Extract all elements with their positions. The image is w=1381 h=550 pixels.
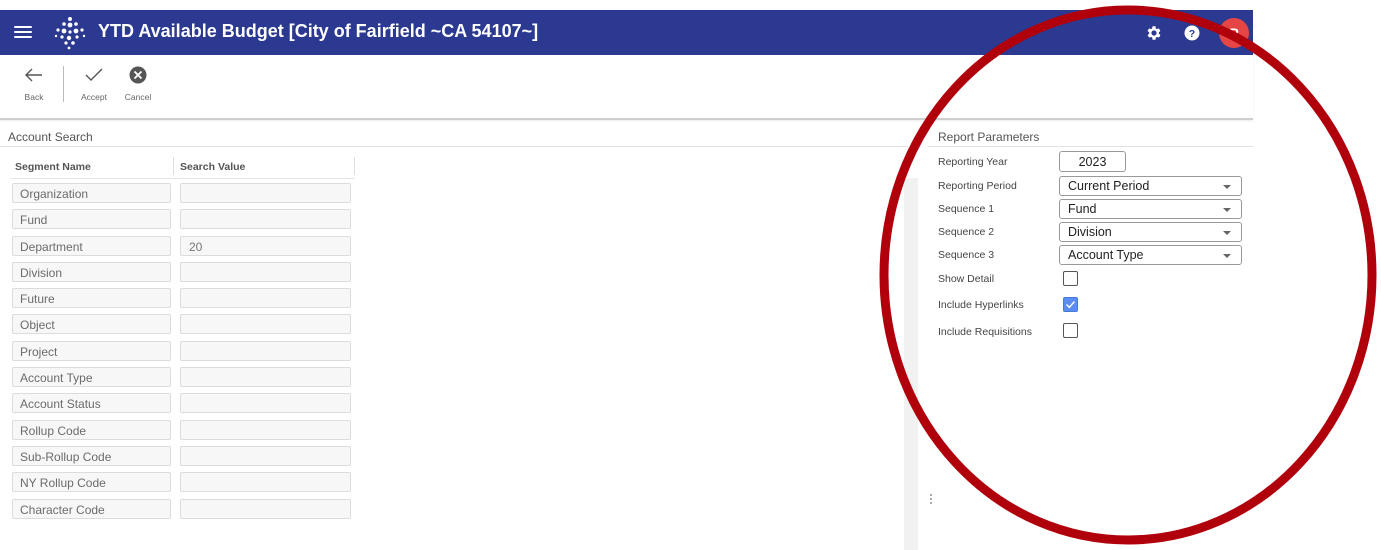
segment-name-field: Organization: [12, 183, 171, 203]
segment-name-field: Account Status: [12, 393, 171, 414]
search-value-input[interactable]: [180, 393, 351, 414]
segment-name-field: NY Rollup Code: [12, 472, 171, 493]
search-value-input[interactable]: [180, 209, 351, 230]
segment-row: Fund: [12, 209, 352, 235]
back-label: Back: [24, 92, 44, 102]
segment-row: Division: [12, 261, 352, 288]
search-value-input[interactable]: [180, 183, 351, 203]
segment-row: NY Rollup Code: [12, 472, 352, 498]
reporting-period-select[interactable]: Current Period: [1059, 176, 1242, 196]
segment-row: Character Code: [12, 498, 352, 525]
segment-row: Sub-Rollup Code: [12, 445, 352, 472]
reporting-period-label: Reporting Period: [938, 180, 1017, 192]
page-title: YTD Available Budget [City of Fairfield …: [98, 21, 539, 41]
segment-name-field: Sub-Rollup Code: [12, 445, 171, 466]
sequence3-label: Sequence 3: [938, 249, 995, 261]
search-value-input[interactable]: [180, 261, 351, 282]
segment-name-field: Project: [12, 340, 171, 361]
section-divider: [0, 146, 908, 147]
segment-name-field: Rollup Code: [12, 419, 171, 440]
hamburger-icon[interactable]: [13, 23, 33, 41]
segment-row: Account Type: [12, 367, 352, 393]
sequence3-select[interactable]: Account Type: [1059, 245, 1242, 265]
app-header: YTD Available Budget [City of Fairfield …: [0, 10, 1253, 55]
search-value-header: Search Value: [180, 161, 246, 173]
sequence2-value: Division: [1068, 225, 1112, 239]
search-value-input[interactable]: [180, 367, 351, 388]
segment-row: Object: [12, 314, 352, 340]
account-search-title: Account Search: [8, 130, 93, 144]
include-hyperlinks-checkbox[interactable]: [1063, 297, 1078, 312]
section-divider: [928, 146, 1253, 147]
accept-label: Accept: [81, 92, 107, 102]
toolbar: Back Accept Cancel: [0, 56, 1253, 120]
segment-name-field: Future: [12, 288, 171, 309]
segment-row: Organization: [12, 183, 352, 209]
include-requisitions-checkbox[interactable]: [1063, 323, 1078, 338]
caret-down-icon: [1223, 208, 1231, 212]
reporting-period-value: Current Period: [1068, 179, 1150, 193]
reporting-year-input[interactable]: 2023: [1059, 151, 1126, 172]
toolbar-divider: [63, 66, 64, 102]
cancel-label: Cancel: [124, 92, 152, 102]
column-separator[interactable]: [354, 157, 355, 175]
search-value-input[interactable]: 20: [180, 235, 351, 256]
segment-name-field: Account Type: [12, 367, 171, 388]
reporting-year-label: Reporting Year: [938, 156, 1008, 168]
drag-handle-icon[interactable]: [930, 494, 933, 504]
sequence2-label: Sequence 2: [938, 226, 995, 238]
caret-down-icon: [1223, 254, 1231, 258]
search-value-input[interactable]: [180, 445, 351, 466]
segment-name-field: Object: [12, 314, 171, 335]
close-circle-icon: [127, 64, 149, 86]
search-value-input[interactable]: [180, 498, 351, 519]
include-requisitions-label: Include Requisitions: [938, 326, 1032, 338]
sequence1-value: Fund: [1068, 202, 1097, 216]
panel-splitter[interactable]: [904, 178, 918, 550]
segment-name-field: Division: [12, 261, 171, 282]
back-button[interactable]: Back: [12, 64, 56, 112]
sequence1-select[interactable]: Fund: [1059, 199, 1242, 219]
search-value-input[interactable]: [180, 419, 351, 440]
dotted-diamond-logo: [54, 17, 86, 50]
caret-down-icon: [1223, 185, 1231, 189]
avatar[interactable]: P: [1219, 18, 1249, 48]
search-value-input[interactable]: [180, 472, 351, 493]
segment-row: Department 20: [12, 235, 352, 262]
help-icon[interactable]: ?: [1181, 22, 1203, 44]
column-separator[interactable]: [173, 157, 174, 175]
search-value-input[interactable]: [180, 340, 351, 361]
checkmark-icon: [83, 64, 105, 86]
sequence3-value: Account Type: [1068, 248, 1144, 262]
segment-row: Future: [12, 288, 352, 314]
segment-row: Rollup Code: [12, 419, 352, 446]
arrow-left-icon: [23, 64, 45, 86]
sequence1-label: Sequence 1: [938, 203, 995, 215]
segment-row: Account Status: [12, 393, 352, 419]
segment-name-header: Segment Name: [15, 161, 91, 173]
sequence2-select[interactable]: Division: [1059, 222, 1242, 242]
cancel-button[interactable]: Cancel: [116, 64, 160, 112]
header-divider: [10, 178, 355, 179]
segment-name-field: Fund: [12, 209, 171, 230]
checkmark-icon: [1066, 301, 1076, 309]
show-detail-checkbox[interactable]: [1063, 271, 1078, 286]
show-detail-label: Show Detail: [938, 273, 995, 285]
segment-name-field: Department: [12, 235, 171, 256]
search-value-input[interactable]: [180, 288, 351, 309]
segment-name-field: Character Code: [12, 498, 171, 519]
accept-button[interactable]: Accept: [72, 64, 116, 112]
svg-text:?: ?: [1189, 28, 1195, 40]
caret-down-icon: [1223, 231, 1231, 235]
report-parameters-title: Report Parameters: [938, 130, 1040, 144]
segment-row: Project: [12, 340, 352, 367]
segment-list: Organization Fund Department 20 Division Futu…: [12, 183, 352, 525]
search-value-input[interactable]: [180, 314, 351, 335]
include-hyperlinks-label: Include Hyperlinks: [938, 299, 1024, 311]
gear-icon[interactable]: [1143, 22, 1165, 44]
